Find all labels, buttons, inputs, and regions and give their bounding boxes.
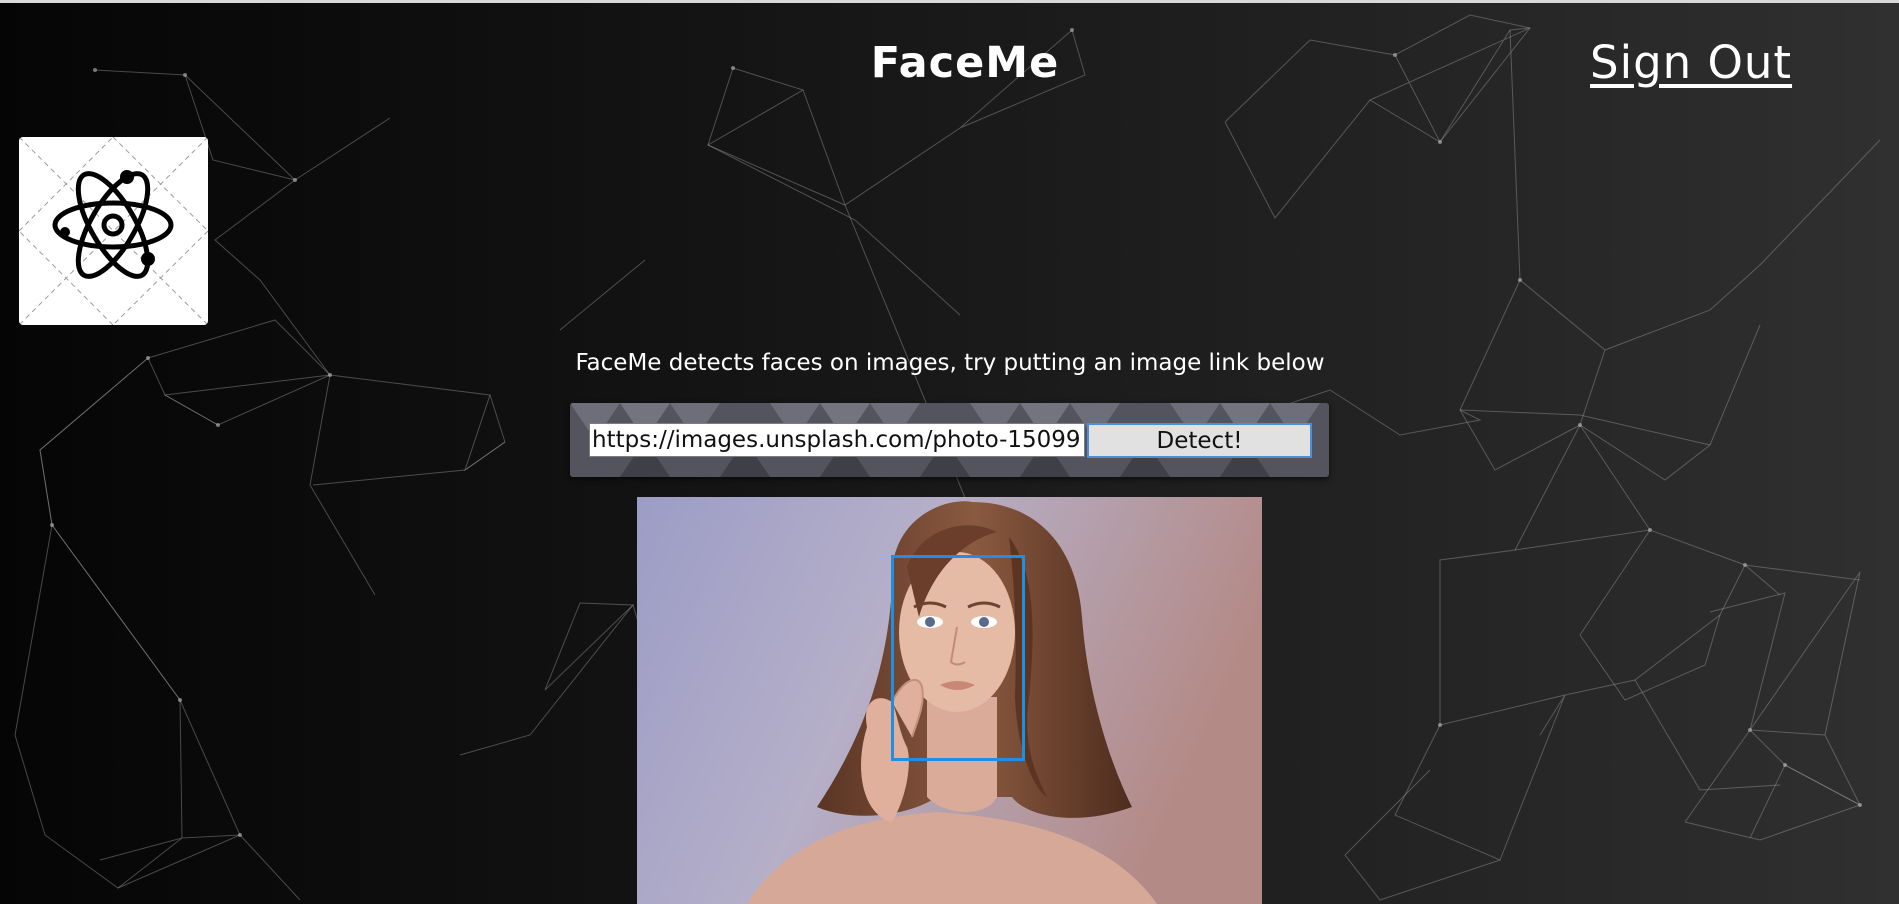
image-url-input[interactable] [589,423,1085,457]
sign-out-link[interactable]: Sign Out [1590,36,1792,89]
url-form: Detect! [570,403,1329,477]
detect-button[interactable]: Detect! [1087,423,1312,458]
atom-icon [19,137,208,325]
logo [19,137,208,325]
face-bounding-box [891,555,1025,761]
brand-title: FaceMe [870,38,1060,88]
tagline: FaceMe detects faces on images, try putt… [575,350,1325,376]
